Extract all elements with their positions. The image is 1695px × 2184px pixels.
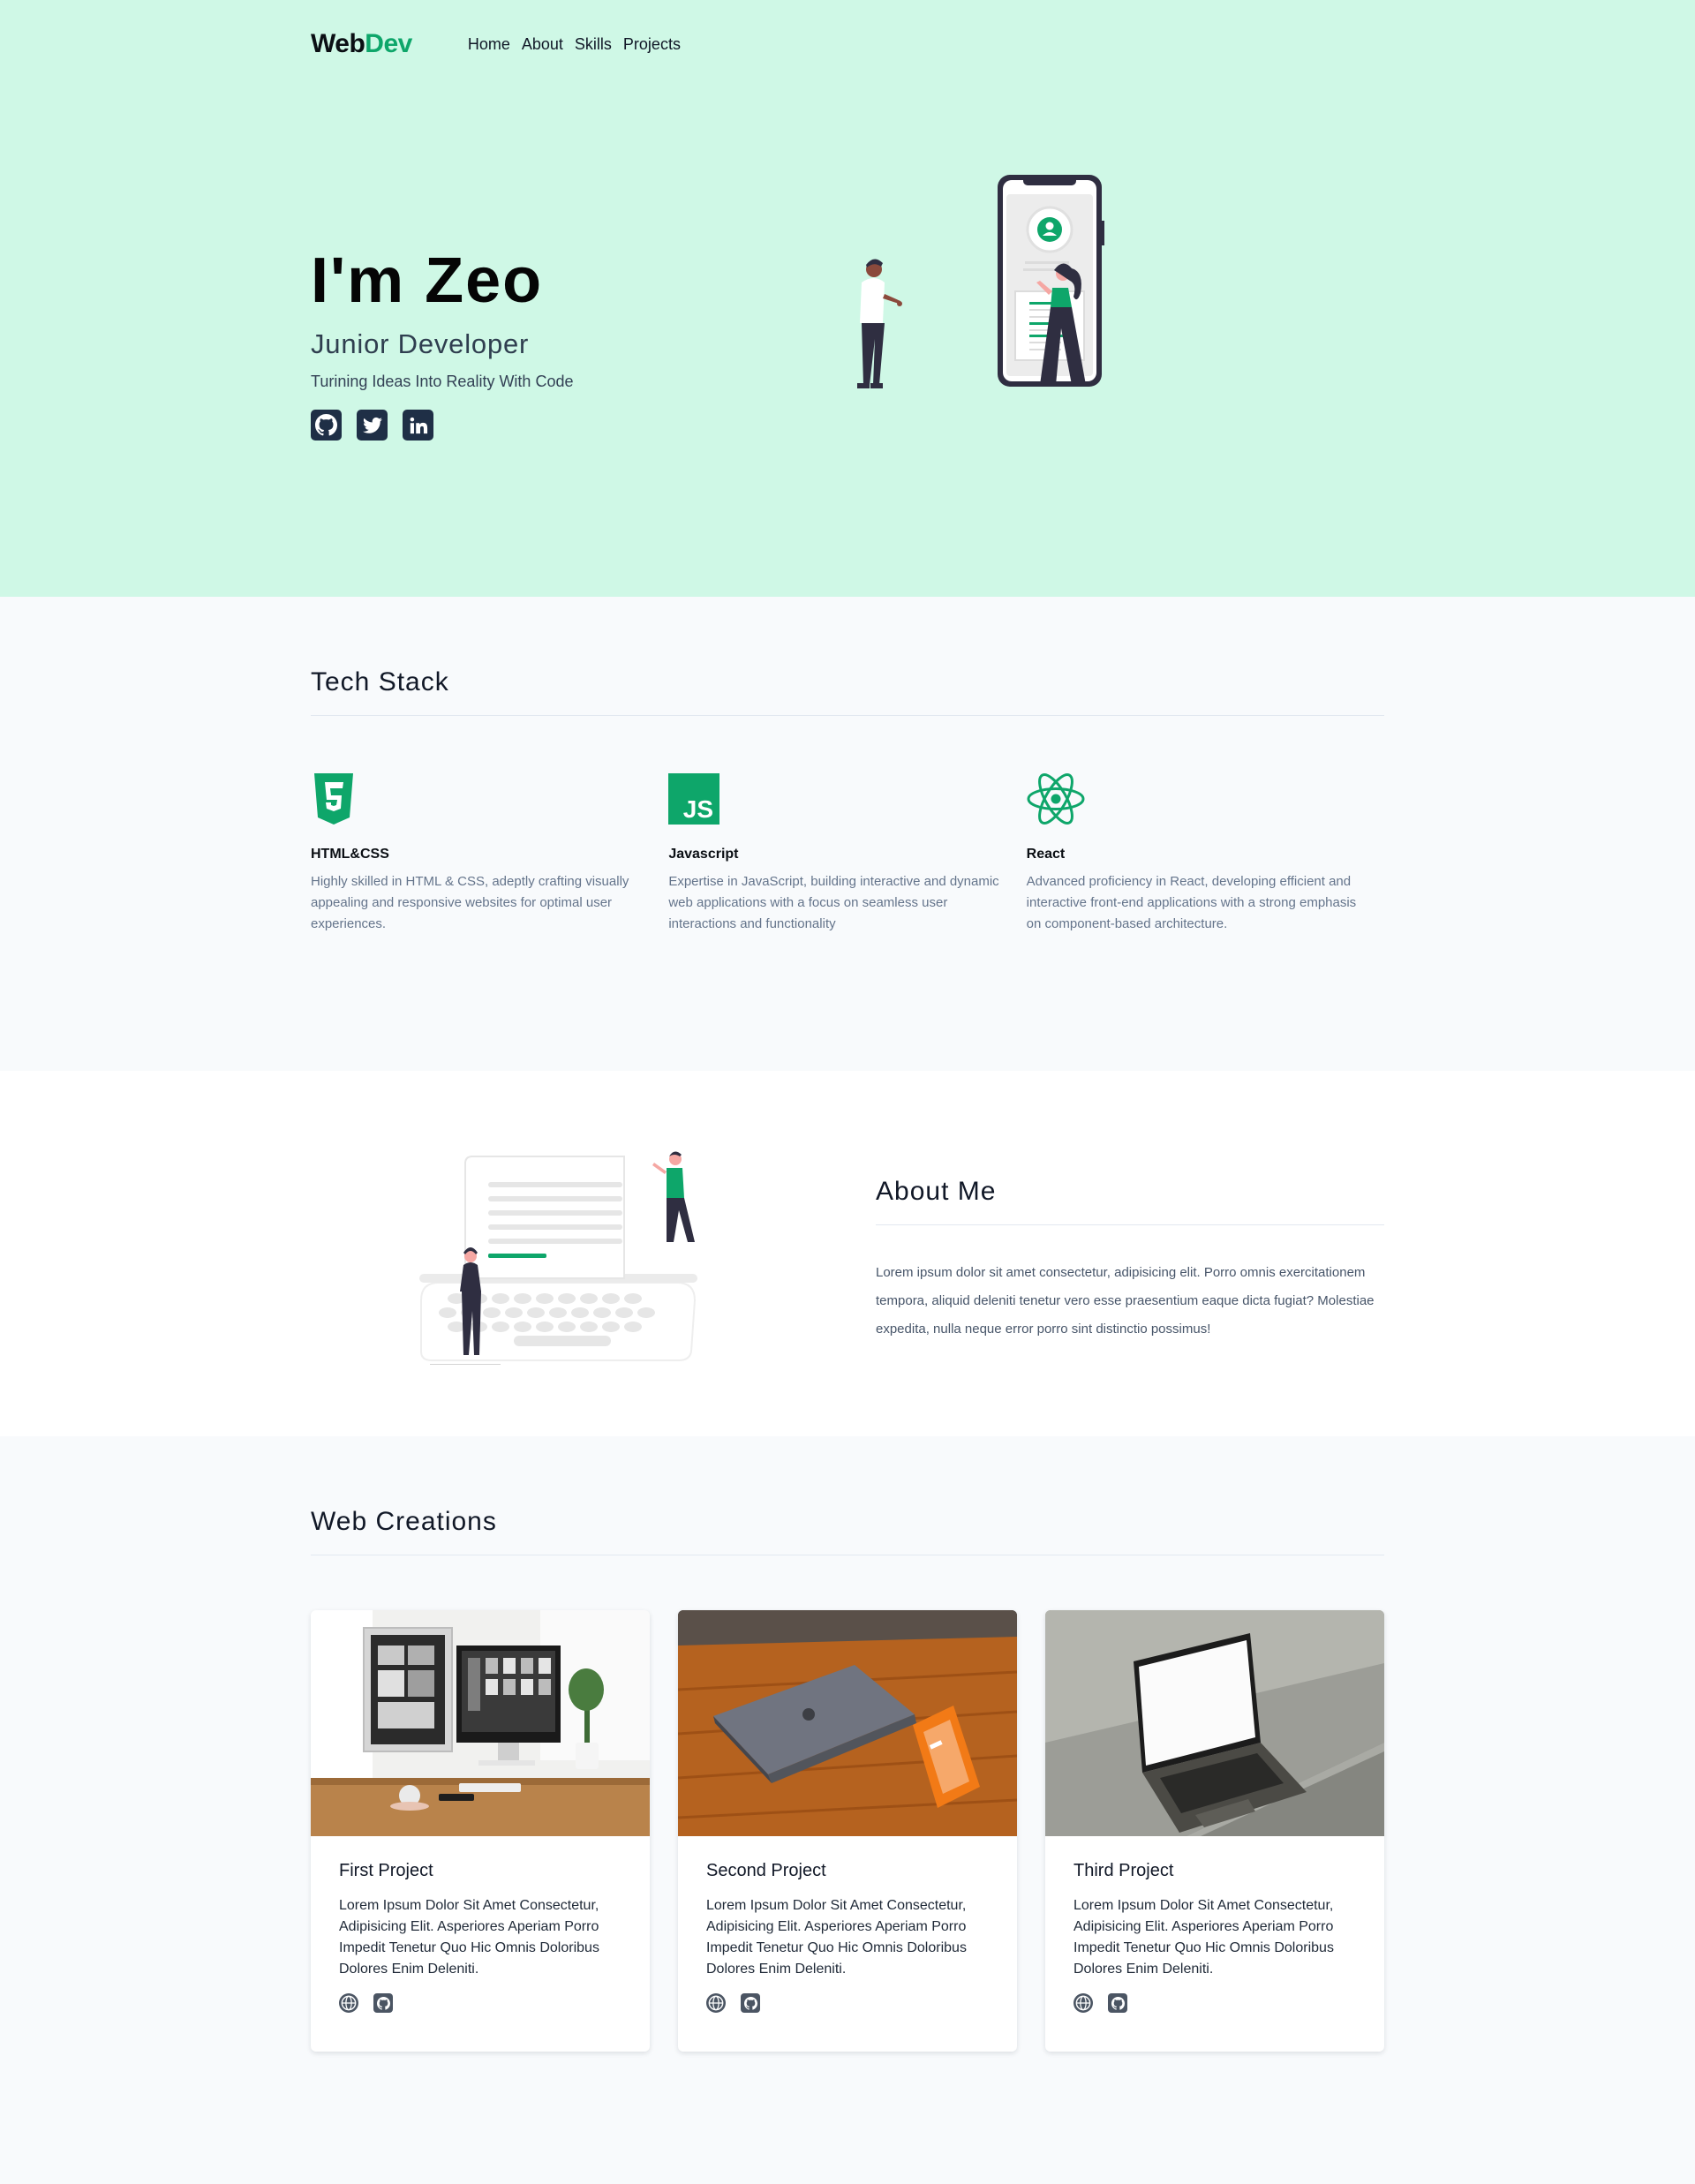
- project-desc: Lorem Ipsum Dolor Sit Amet Consectetur, …: [339, 1898, 599, 1977]
- react-icon: [1027, 771, 1358, 827]
- project-card-body: Third Project Lorem Ipsum Dolor Sit Amet…: [1045, 1836, 1384, 2037]
- about-content: About Me Lorem ipsum dolor sit amet cons…: [876, 1177, 1384, 1344]
- hero-tagline: Turining Ideas Into Reality With Code: [311, 373, 574, 390]
- project-card: Third Project Lorem Ipsum Dolor Sit Amet…: [1045, 1610, 1384, 2052]
- tech-stack-section: Tech Stack HTML&CSS Highly skilled in HT…: [0, 597, 1695, 1071]
- nav-link-skills[interactable]: Skills: [575, 35, 612, 54]
- about-text: Lorem ipsum dolor sit amet consectetur, …: [876, 1265, 1375, 1337]
- projects-section: Web Creations First Project Lorem Ipsum …: [0, 1436, 1695, 2184]
- tech-desc: Highly skilled in HTML & CSS, adeptly cr…: [311, 874, 629, 931]
- project-title: First Project: [339, 1861, 433, 1880]
- hero-subtitle: Junior Developer: [311, 328, 530, 359]
- project-grid: First Project Lorem Ipsum Dolor Sit Amet…: [311, 1610, 1384, 2052]
- project-image: [1045, 1610, 1384, 1836]
- brand-part-web: Web: [311, 29, 365, 58]
- project-card: First Project Lorem Ipsum Dolor Sit Amet…: [311, 1610, 650, 2052]
- tech-name: Javascript: [668, 847, 739, 862]
- github-icon[interactable]: [741, 1993, 760, 2013]
- project-links: [706, 1993, 989, 2013]
- github-icon[interactable]: [373, 1993, 393, 2013]
- tech-card-react: React Advanced proficiency in React, dev…: [1027, 771, 1384, 935]
- divider: [876, 1224, 1384, 1225]
- hero-text: I'm Zeo Junior Developer Turining Ideas …: [311, 249, 573, 441]
- project-image: [678, 1610, 1017, 1836]
- twitter-icon[interactable]: [357, 410, 388, 441]
- hero-section: WebDev Home About Skills Projects I'm Ze…: [0, 0, 1695, 597]
- project-card: Second Project Lorem Ipsum Dolor Sit Ame…: [678, 1610, 1017, 2052]
- nav-link-projects[interactable]: Projects: [623, 35, 681, 54]
- linkedin-icon[interactable]: [403, 410, 433, 441]
- javascript-icon-text: JS: [683, 795, 713, 823]
- globe-icon[interactable]: [706, 1993, 726, 2013]
- project-desc: Lorem Ipsum Dolor Sit Amet Consectetur, …: [1074, 1898, 1334, 1977]
- project-card-body: Second Project Lorem Ipsum Dolor Sit Ame…: [678, 1836, 1017, 2037]
- project-title: Second Project: [706, 1861, 826, 1880]
- project-title: Third Project: [1074, 1861, 1174, 1880]
- tech-card-html-css: HTML&CSS Highly skilled in HTML & CSS, a…: [311, 771, 668, 935]
- project-desc: Lorem Ipsum Dolor Sit Amet Consectetur, …: [706, 1898, 967, 1977]
- brand-part-dev: Dev: [365, 29, 412, 58]
- about-section: About Me Lorem ipsum dolor sit amet cons…: [0, 1071, 1695, 1436]
- tech-name: HTML&CSS: [311, 847, 389, 862]
- divider: [311, 715, 1384, 716]
- tech-desc: Advanced proficiency in React, developin…: [1026, 874, 1357, 931]
- about-illustration: [419, 1151, 697, 1365]
- project-card-body: First Project Lorem Ipsum Dolor Sit Amet…: [311, 1836, 650, 2037]
- globe-icon[interactable]: [1074, 1993, 1093, 2013]
- navbar: WebDev Home About Skills Projects: [311, 0, 1384, 88]
- hero-illustration: [857, 175, 1104, 388]
- tech-stack-title: Tech Stack: [311, 667, 449, 697]
- nav-link-about[interactable]: About: [522, 35, 563, 54]
- globe-icon[interactable]: [339, 1993, 358, 2013]
- social-links: [311, 410, 573, 441]
- nav-links: Home About Skills Projects: [468, 35, 681, 54]
- brand-logo[interactable]: WebDev: [311, 29, 412, 59]
- github-icon[interactable]: [311, 410, 342, 441]
- tech-card-javascript: JS Javascript Expertise in JavaScript, b…: [668, 771, 1026, 935]
- project-image: [311, 1610, 650, 1836]
- about-title: About Me: [876, 1177, 997, 1206]
- tech-grid: HTML&CSS Highly skilled in HTML & CSS, a…: [311, 771, 1384, 935]
- github-icon[interactable]: [1108, 1993, 1127, 2013]
- tech-name: React: [1026, 847, 1066, 862]
- javascript-icon: JS: [668, 771, 999, 827]
- html5-icon: [311, 771, 642, 827]
- projects-title: Web Creations: [311, 1507, 497, 1536]
- nav-link-home[interactable]: Home: [468, 35, 510, 54]
- tech-desc: Expertise in JavaScript, building intera…: [668, 874, 999, 931]
- project-links: [339, 1993, 622, 2013]
- hero-title: I'm Zeo: [311, 245, 544, 316]
- project-links: [1074, 1993, 1356, 2013]
